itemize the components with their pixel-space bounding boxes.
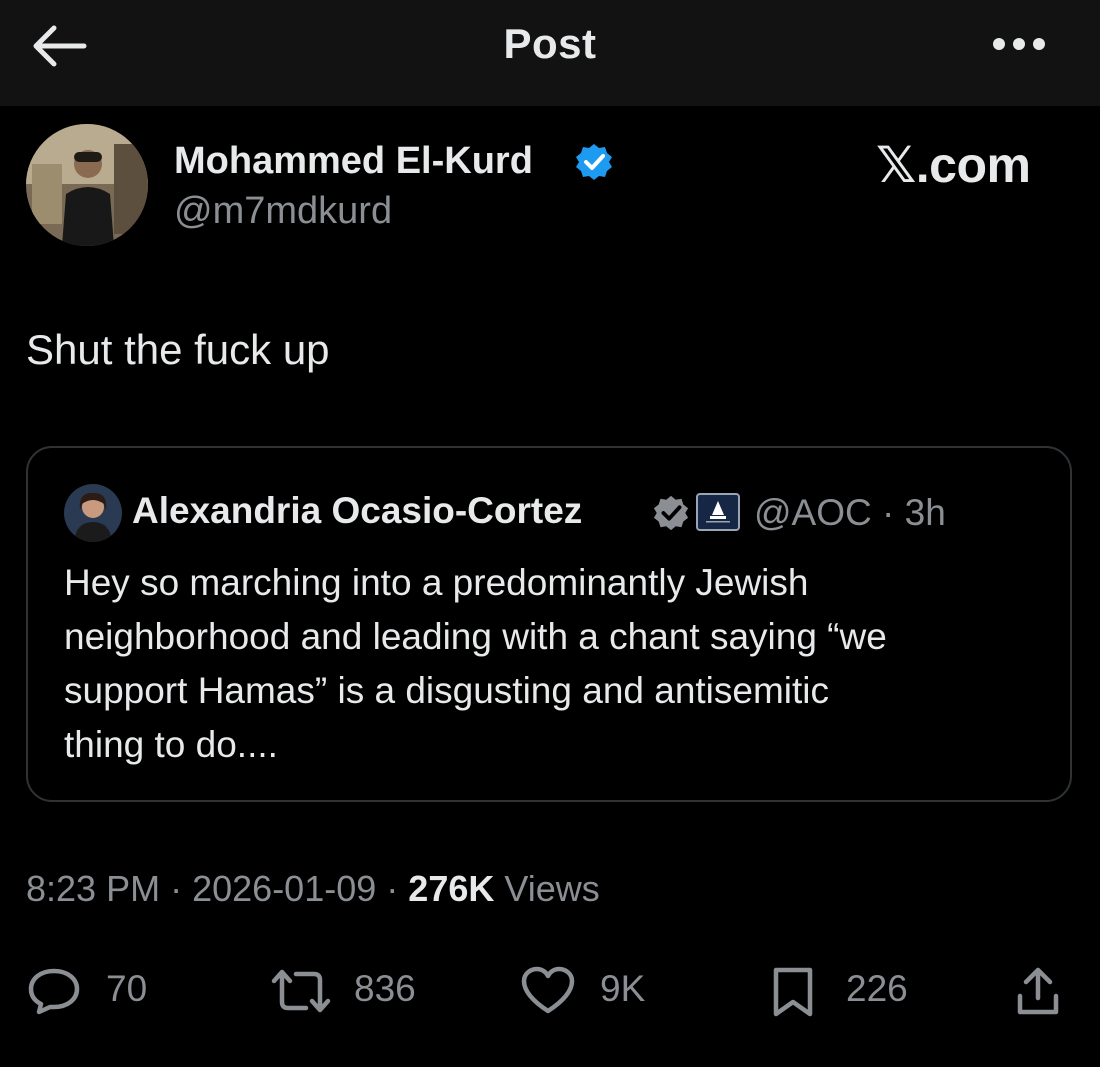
government-badge-icon xyxy=(696,493,740,531)
repost-icon xyxy=(271,969,331,1013)
share-button[interactable] xyxy=(1014,960,1064,1020)
meta-separator: · xyxy=(170,868,183,909)
views-label: Views xyxy=(504,868,600,909)
x-watermark: 𝕏.com xyxy=(876,137,1031,193)
author-name[interactable]: Mohammed El-Kurd xyxy=(174,140,533,183)
post-time: 8:23 PM xyxy=(26,868,161,909)
avatar-photo xyxy=(26,124,148,246)
post-meta: 8:23 PM · 2026-01-09 · 276K Views xyxy=(26,868,600,910)
quote-text-line: Hey so marching into a predominantly Jew… xyxy=(64,562,809,603)
like-button[interactable]: 9K xyxy=(520,960,660,1020)
verified-badge-icon xyxy=(576,144,612,180)
reply-icon xyxy=(28,968,80,1015)
bookmark-count: 226 xyxy=(846,968,908,1009)
quote-avatar-photo xyxy=(64,484,122,542)
quote-handle-time: @AOC · 3h xyxy=(754,492,946,533)
views-count[interactable]: 276K xyxy=(408,868,494,909)
post-text: Shut the fuck up xyxy=(26,326,330,373)
quote-verified-badge-icon xyxy=(653,495,689,531)
quoted-post[interactable]: Alexandria Ocasio-Cortez @AOC · 3h Hey s… xyxy=(26,446,1072,802)
author-handle[interactable]: @m7mdkurd xyxy=(174,190,392,233)
quote-text-line: thing to do.... xyxy=(64,724,278,765)
quote-author-avatar xyxy=(64,484,122,542)
quote-text: Hey so marching into a predominantly Jew… xyxy=(64,556,1044,772)
heart-icon xyxy=(521,966,575,1014)
share-icon xyxy=(1017,967,1059,1015)
quote-text-line: support Hamas” is a disgusting and antis… xyxy=(64,670,830,711)
meta-separator: · xyxy=(386,868,399,909)
reply-count: 70 xyxy=(106,968,148,1009)
repost-button[interactable]: 836 xyxy=(270,960,440,1020)
post-page: Post Mohammed El-Kurd @m7mdkurd 𝕏.com Sh… xyxy=(0,0,1100,1067)
more-horizontal-icon xyxy=(993,38,1045,50)
top-bar: Post xyxy=(0,0,1100,106)
bookmark-button[interactable]: 226 xyxy=(770,960,920,1020)
post-date: 2026-01-09 xyxy=(192,868,377,909)
like-count: 9K xyxy=(600,968,646,1009)
quote-text-line: neighborhood and leading with a chant sa… xyxy=(64,616,887,657)
more-button[interactable] xyxy=(990,30,1050,58)
repost-count: 836 xyxy=(354,968,416,1009)
page-title: Post xyxy=(503,20,597,67)
bookmark-icon xyxy=(773,967,813,1017)
author-avatar[interactable] xyxy=(26,124,148,246)
quote-author-name: Alexandria Ocasio-Cortez xyxy=(132,490,583,531)
reply-button[interactable]: 70 xyxy=(26,960,166,1020)
